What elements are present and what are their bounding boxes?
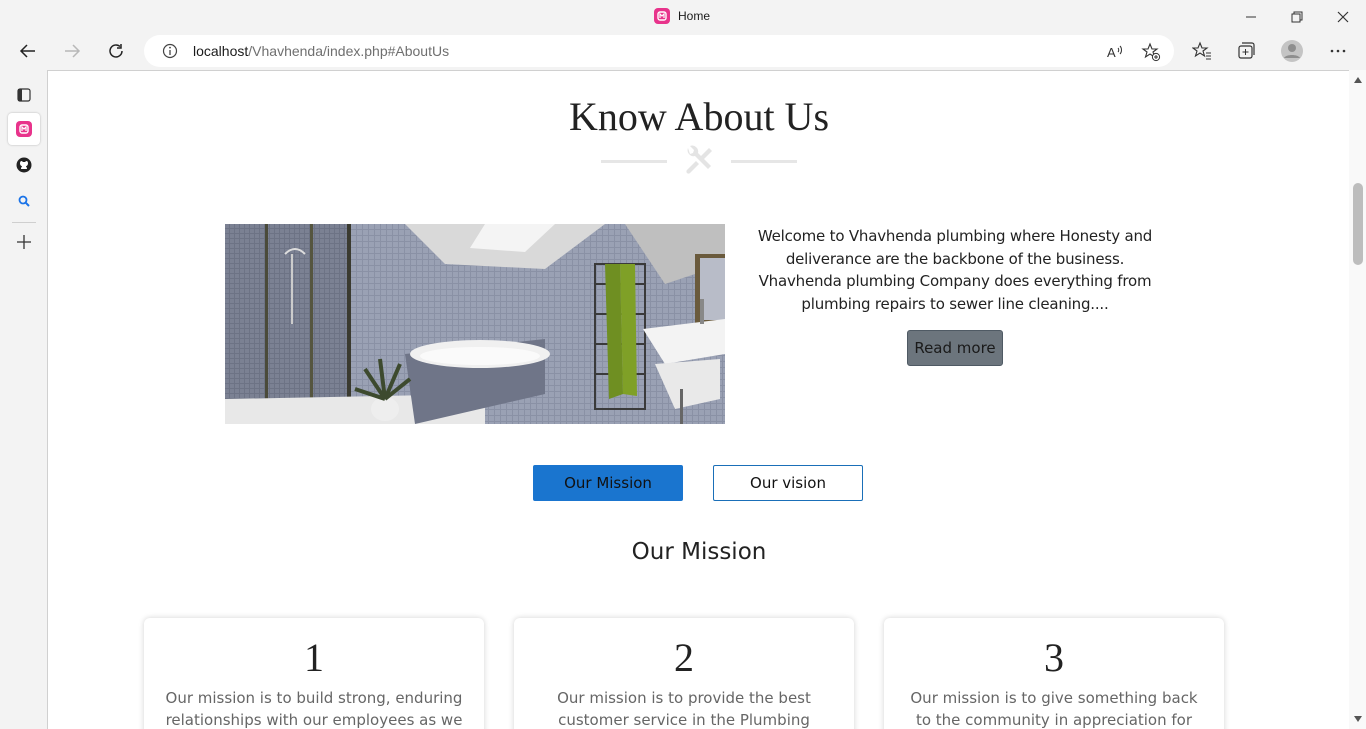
- favorites-icon: [1192, 41, 1211, 60]
- our-mission-tab-button[interactable]: Our Mission: [533, 465, 683, 501]
- read-aloud-icon[interactable]: A: [1104, 41, 1126, 63]
- mission-card-text: Our mission is to build strong, enduring…: [165, 689, 463, 729]
- mission-card-number: 1: [304, 635, 324, 680]
- refresh-button[interactable]: [100, 35, 132, 67]
- divider-line-left: [601, 160, 667, 163]
- scrollbar-thumb[interactable]: [1353, 183, 1363, 265]
- restore-button[interactable]: [1274, 0, 1320, 33]
- sidebar-add-button[interactable]: [8, 226, 40, 258]
- settings-more-button[interactable]: [1322, 35, 1354, 67]
- scroll-down-arrow-icon[interactable]: [1353, 714, 1363, 724]
- tab-actions-button[interactable]: [8, 79, 40, 111]
- sidebar-search-button[interactable]: [8, 185, 40, 217]
- back-arrow-icon: [19, 44, 35, 58]
- window-title: Home: [654, 8, 710, 24]
- url-text[interactable]: localhost/Vhavhenda/index.php#AboutUs: [193, 43, 449, 59]
- close-icon: [1337, 11, 1349, 22]
- add-favorite-icon[interactable]: [1140, 41, 1162, 63]
- restore-icon: [1291, 11, 1303, 22]
- tab-actions-icon: [17, 88, 31, 102]
- back-button[interactable]: [12, 35, 44, 67]
- refresh-icon: [109, 44, 123, 58]
- site-favicon-icon: [16, 121, 32, 137]
- site-favicon-icon: [654, 8, 670, 24]
- scroll-up-arrow-icon[interactable]: [1353, 75, 1363, 85]
- sidebar-divider: [12, 222, 36, 223]
- profile-button[interactable]: [1276, 35, 1308, 67]
- edge-sidebar: [0, 70, 47, 729]
- minimize-icon: [1246, 16, 1256, 17]
- tools-icon: [686, 145, 712, 174]
- minimize-button[interactable]: [1228, 0, 1274, 33]
- page-scrollbar[interactable]: [1349, 70, 1366, 729]
- sidebar-tab-github[interactable]: [8, 149, 40, 181]
- collections-button[interactable]: [1230, 35, 1262, 67]
- about-heading: Know About Us: [568, 94, 830, 139]
- title-bar: Home: [0, 0, 1366, 33]
- navigation-bar: localhost/Vhavhenda/index.php#AboutUs A: [0, 33, 1366, 70]
- mission-card-2: 2 Our mission is to provide the best cus…: [514, 618, 854, 729]
- mission-card-1: 1 Our mission is to build strong, enduri…: [144, 618, 484, 729]
- forward-arrow-icon: [65, 44, 81, 58]
- page-viewport: Know About Us Welcome to Vhavhenda plumb…: [47, 70, 1349, 729]
- more-dots-icon: [1330, 49, 1346, 53]
- url-host: localhost: [193, 43, 249, 59]
- github-icon: [16, 157, 32, 173]
- heading-divider: [601, 143, 797, 175]
- collections-icon: [1238, 42, 1255, 59]
- address-bar[interactable]: localhost/Vhavhenda/index.php#AboutUs A: [144, 35, 1174, 67]
- sidebar-tab-home[interactable]: [8, 113, 40, 145]
- bathroom-photo: [225, 224, 725, 424]
- search-icon: [18, 195, 30, 207]
- mission-card-3: 3 Our mission is to give something back …: [884, 618, 1224, 729]
- read-more-button[interactable]: Read more: [907, 330, 1003, 366]
- about-description: Welcome to Vhavhenda plumbing where Hone…: [757, 227, 1153, 313]
- tab-title: Home: [678, 9, 711, 23]
- avatar-icon: [1281, 40, 1303, 62]
- close-button[interactable]: [1320, 0, 1366, 33]
- mission-card-text: Our mission is to give something back to…: [910, 689, 1198, 729]
- favorites-button[interactable]: [1186, 35, 1218, 67]
- forward-button[interactable]: [56, 35, 88, 67]
- mission-card-number: 2: [674, 635, 694, 680]
- site-info-icon[interactable]: [162, 43, 178, 64]
- mission-card-number: 3: [1044, 635, 1064, 680]
- divider-line-right: [731, 160, 797, 163]
- mission-section-title: Our Mission: [631, 539, 767, 565]
- mission-card-text: Our mission is to provide the best custo…: [557, 689, 811, 729]
- url-path: /Vhavhenda/index.php#AboutUs: [248, 43, 450, 59]
- plus-icon: [17, 235, 31, 249]
- svg-text:A: A: [1107, 45, 1116, 60]
- our-vision-tab-button[interactable]: Our vision: [713, 465, 863, 501]
